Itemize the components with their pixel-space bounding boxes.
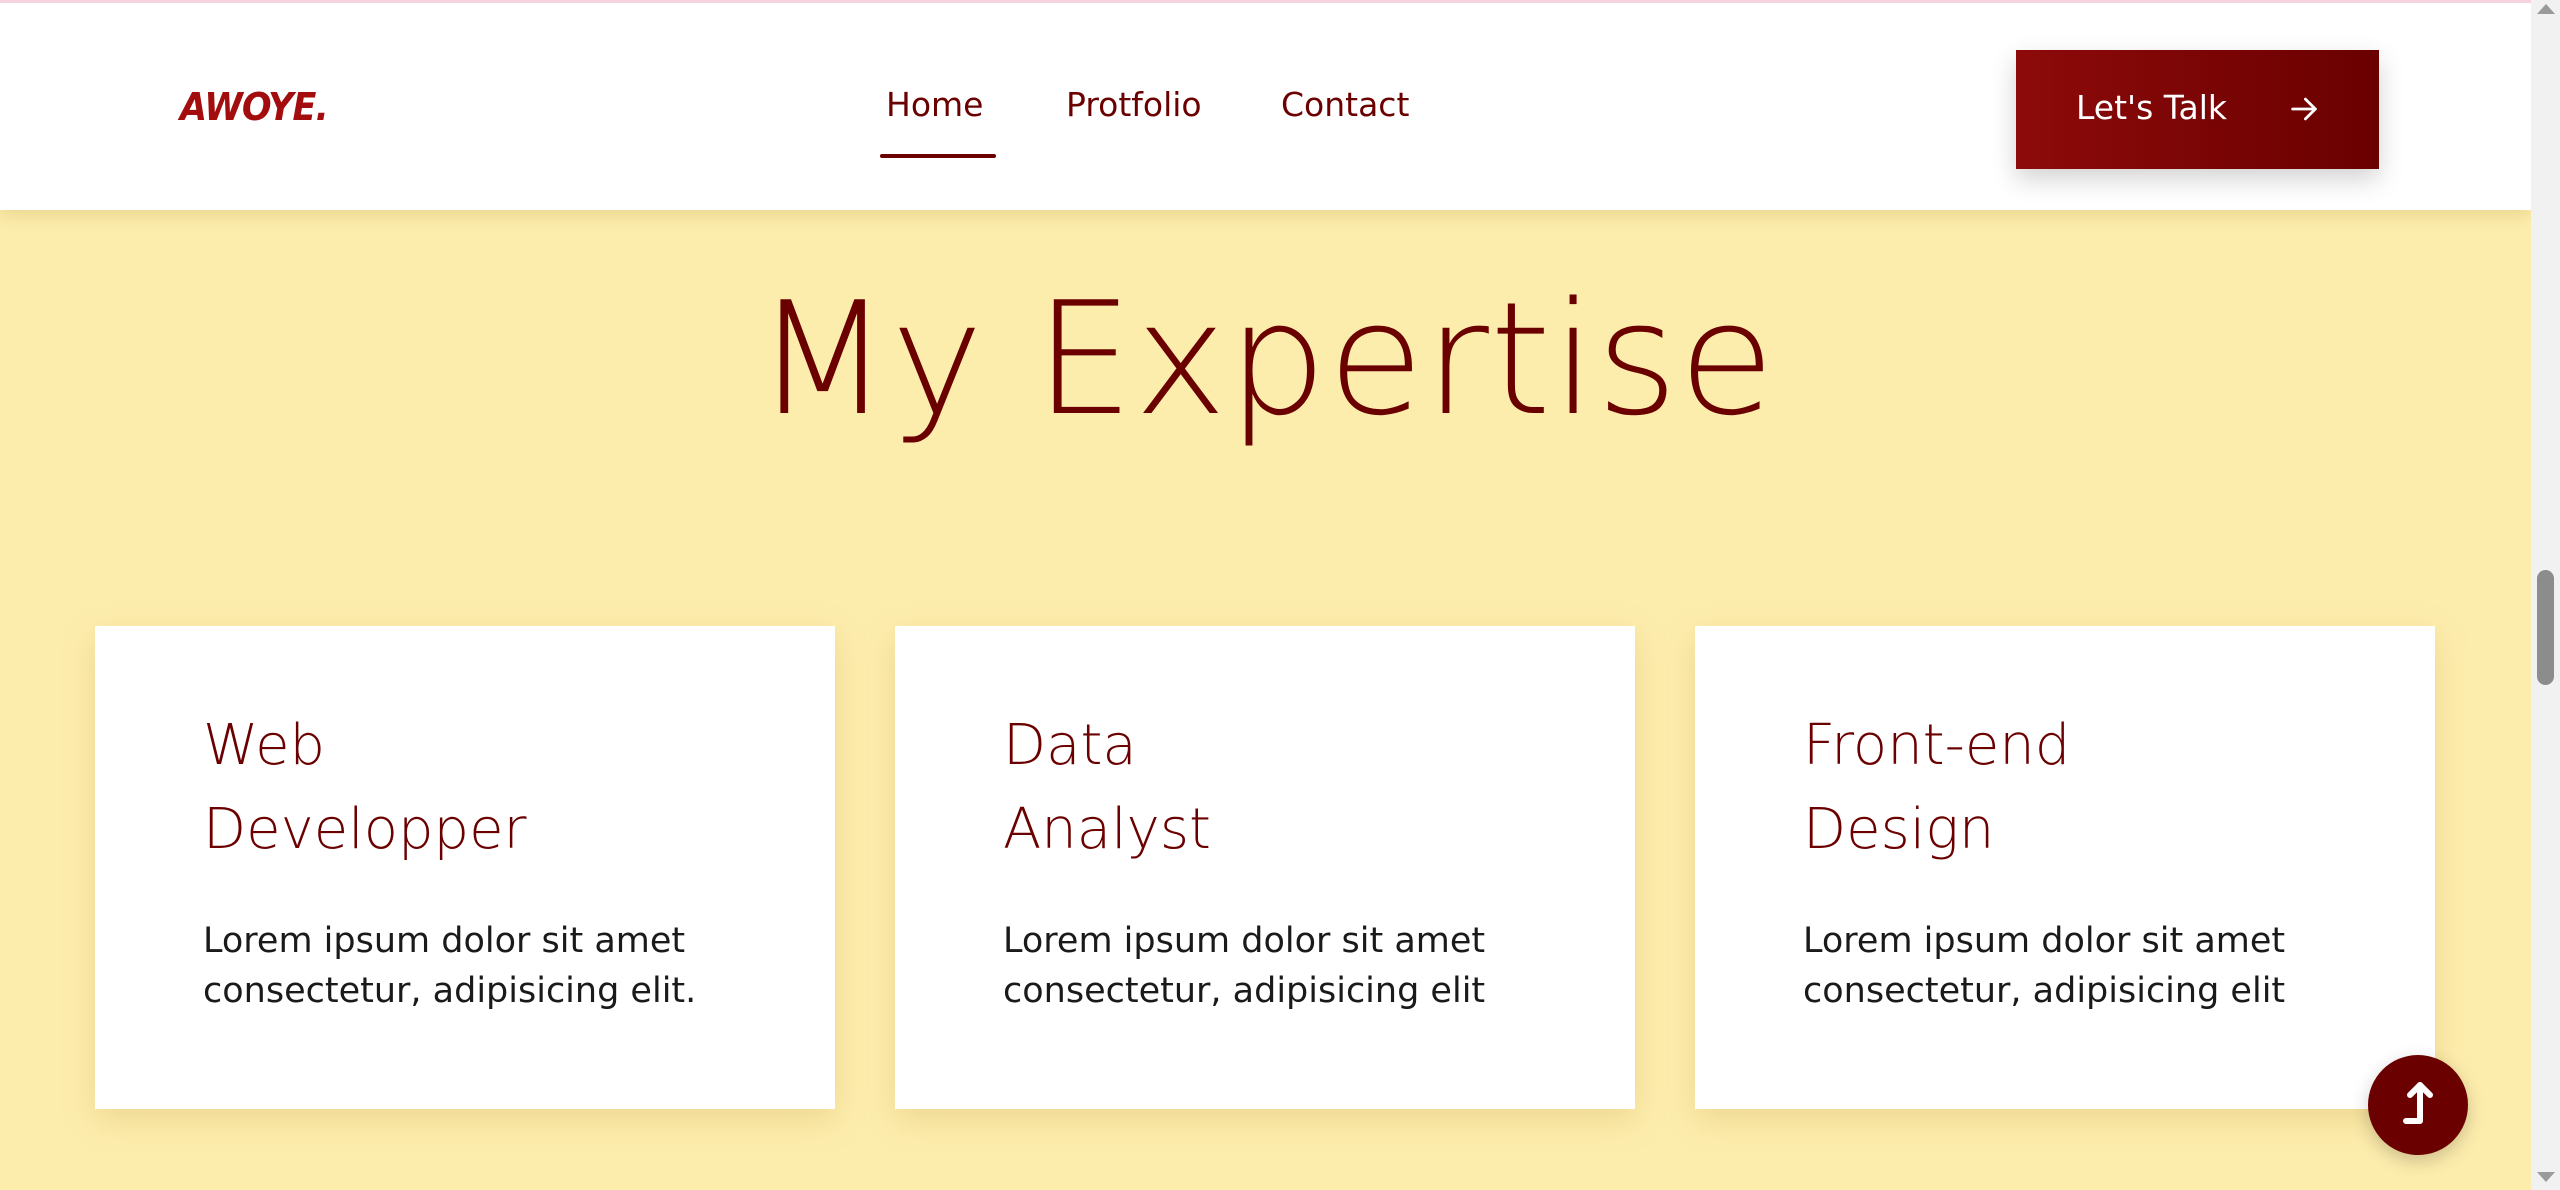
card-text-line: consectetur, adipisicing elit [1003,971,1486,1011]
scroll-up-arrow-icon[interactable] [2537,4,2555,14]
card-text-line: Lorem ipsum dolor sit amet [1003,921,1486,961]
lets-talk-button[interactable]: Let's Talk [2016,50,2379,169]
scroll-down-arrow-icon[interactable] [2537,1172,2555,1182]
nav-portfolio[interactable]: Protfolio [1066,85,1202,124]
card-description: Lorem ipsum dolor sit amet consectetur, … [1003,916,1583,1016]
card-title-line: Front-end [1803,713,2071,778]
arrow-up-icon [2403,1082,2433,1124]
expertise-card-front-end-design: Front-end Design Lorem ipsum dolor sit a… [1695,626,2435,1109]
card-title-line: Developper [203,797,527,862]
card-description: Lorem ipsum dolor sit amet consectetur, … [1803,916,2383,1016]
vertical-scrollbar[interactable] [2531,0,2560,1190]
arrow-right-icon [2291,97,2317,121]
expertise-card-web-developer: Web Developper Lorem ipsum dolor sit ame… [95,626,835,1109]
lets-talk-label: Let's Talk [2076,88,2227,127]
scrollbar-thumb[interactable] [2537,570,2554,685]
site-header: AWOYE. Home Protfolio Contact Let's Talk [0,0,2531,210]
section-title: My Expertise [755,268,1776,450]
card-text-line: Lorem ipsum dolor sit amet [203,921,686,961]
expertise-card-data-analyst: Data Analyst Lorem ipsum dolor sit amet … [895,626,1635,1109]
nav-home[interactable]: Home [886,85,983,124]
card-title-line: Design [1803,797,1995,862]
card-title: Front-end Design [1803,704,2363,872]
nav-contact[interactable]: Contact [1281,85,1409,124]
card-title-line: Data [1003,713,1137,778]
card-title: Data Analyst [1003,704,1563,872]
card-title: Web Developper [203,704,763,872]
active-nav-indicator [880,154,996,158]
card-text-line: Lorem ipsum dolor sit amet [1803,921,2286,961]
card-text-line: consectetur, adipisicing elit [1803,971,2286,1011]
card-description: Lorem ipsum dolor sit amet consectetur, … [203,916,783,1016]
card-title-line: Analyst [1003,797,1211,862]
page: AWOYE. Home Protfolio Contact Let's Talk… [0,0,2560,1190]
back-to-top-button[interactable] [2368,1055,2468,1155]
card-title-line: Web [203,713,326,778]
card-text-line: consectetur, adipisicing elit. [203,971,697,1011]
